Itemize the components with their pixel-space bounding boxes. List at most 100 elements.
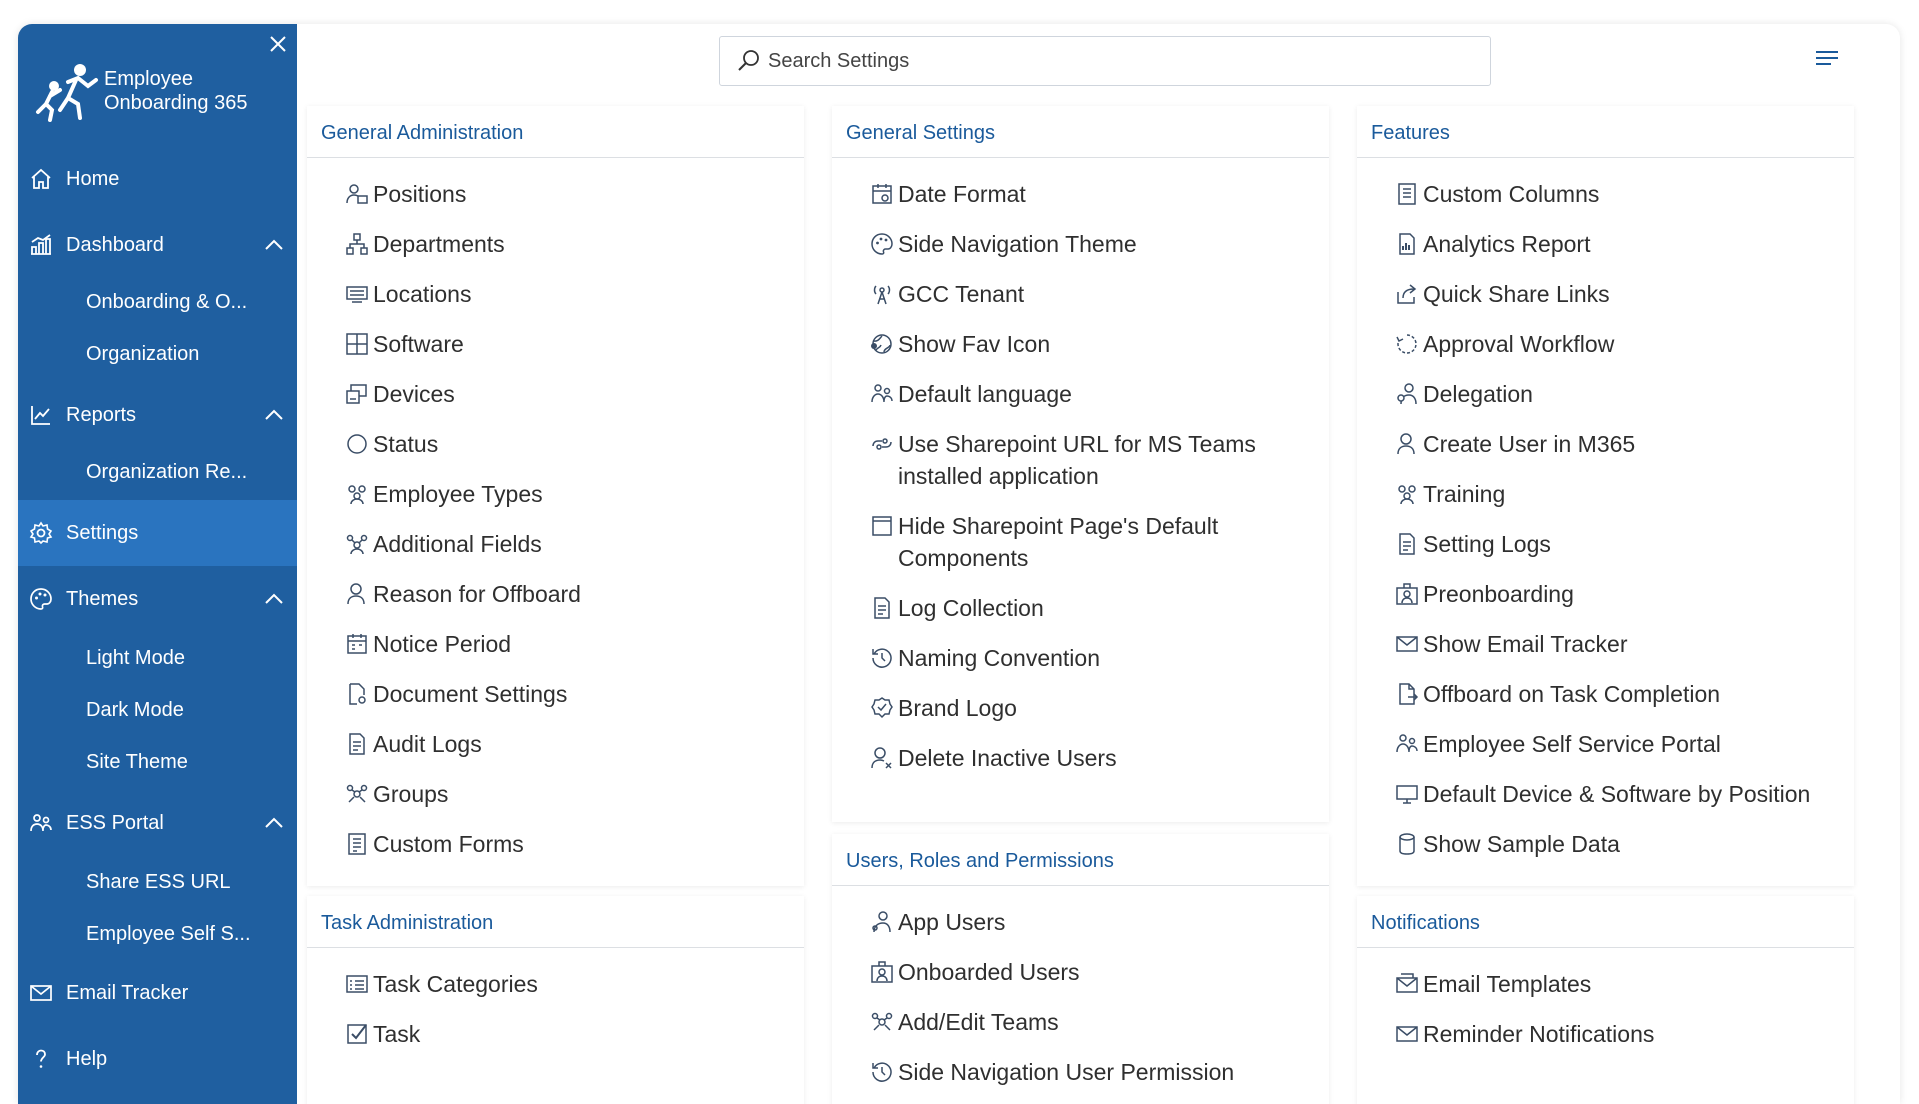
setting-onboarded-users[interactable]: Onboarded Users — [832, 956, 1329, 988]
setting-locations[interactable]: Locations — [307, 278, 804, 310]
setting-custom-columns[interactable]: Custom Columns — [1357, 178, 1854, 210]
setting-side-navigation-user-permission[interactable]: Side Navigation User Permission — [832, 1056, 1329, 1088]
setting-add-edit-teams[interactable]: Add/Edit Teams — [832, 1006, 1329, 1038]
sidebar-item-email-tracker[interactable]: Email Tracker — [18, 964, 297, 1022]
setting-default-language[interactable]: Default language — [832, 378, 1329, 410]
setting-delete-inactive-users[interactable]: Delete Inactive Users — [832, 742, 1329, 774]
setting-analytics-report[interactable]: Analytics Report — [1357, 228, 1854, 260]
sidebar-subitem-site-theme[interactable]: Site Theme — [86, 740, 188, 784]
setting-log-collection[interactable]: Log Collection — [832, 592, 1329, 624]
setting-naming-convention[interactable]: Naming Convention — [832, 642, 1329, 674]
sidebar-item-help[interactable]: Help — [18, 1030, 297, 1088]
setting-gcc-tenant[interactable]: GCC Tenant — [832, 278, 1329, 310]
setting-task[interactable]: Task — [307, 1018, 804, 1050]
setting-side-navigation-theme[interactable]: Side Navigation Theme — [832, 228, 1329, 260]
setting-custom-forms[interactable]: Custom Forms — [307, 828, 804, 860]
setting-label: Delegation — [1423, 381, 1533, 407]
setting-label: Devices — [373, 381, 455, 407]
translate-people-icon — [870, 382, 894, 406]
setting-app-users[interactable]: App Users — [832, 906, 1329, 938]
hamburger-menu-icon[interactable] — [1813, 46, 1841, 70]
sidebar-item-reports[interactable]: Reports — [18, 386, 297, 444]
setting-label: Custom Forms — [373, 831, 524, 857]
setting-devices[interactable]: Devices — [307, 378, 804, 410]
setting-offboard-on-task-completion[interactable]: Offboard on Task Completion — [1357, 678, 1854, 710]
item-list: Custom Columns Analytics Report Quick Sh… — [1357, 158, 1854, 860]
setting-label: Training — [1423, 481, 1506, 507]
brand-logo-icon — [36, 64, 98, 122]
person-badge-icon — [345, 182, 369, 206]
setting-employee-types[interactable]: Employee Types — [307, 478, 804, 510]
setting-training[interactable]: Training — [1357, 478, 1854, 510]
sidebar-item-label: Home — [66, 167, 120, 190]
sidebar-subitem-share-ess-url[interactable]: Share ESS URL — [86, 860, 231, 904]
globe-icon — [870, 332, 894, 356]
sidebar-subitem-light-mode[interactable]: Light Mode — [86, 636, 185, 680]
section-features: Features Custom Columns Analytics Report… — [1357, 106, 1854, 886]
link-people-icon — [870, 432, 894, 456]
setting-approval-workflow[interactable]: Approval Workflow — [1357, 328, 1854, 360]
setting-setting-logs[interactable]: Setting Logs — [1357, 528, 1854, 560]
setting-groups[interactable]: Groups — [307, 778, 804, 810]
close-icon[interactable] — [264, 30, 292, 58]
setting-label: Locations — [373, 281, 472, 307]
brand[interactable]: Employee Onboarding 365 — [30, 60, 274, 122]
setting-create-user-m365[interactable]: Create User in M365 — [1357, 428, 1854, 460]
setting-email-templates[interactable]: Email Templates — [1357, 968, 1854, 1000]
setting-show-email-tracker[interactable]: Show Email Tracker — [1357, 628, 1854, 660]
setting-preonboarding[interactable]: Preonboarding — [1357, 578, 1854, 610]
setting-software[interactable]: Software — [307, 328, 804, 360]
setting-delegation[interactable]: Delegation — [1357, 378, 1854, 410]
sidebar-item-ess-portal[interactable]: ESS Portal — [18, 794, 297, 852]
sidebar-item-label: Help — [66, 1047, 108, 1070]
setting-brand-logo[interactable]: Brand Logo — [832, 692, 1329, 724]
sidebar-item-label: Dashboard — [66, 233, 164, 256]
setting-departments[interactable]: Departments — [307, 228, 804, 260]
chevron-up-icon[interactable] — [263, 234, 285, 256]
badge-check-icon — [870, 696, 894, 720]
search-input[interactable] — [768, 49, 1468, 73]
setting-notice-period[interactable]: Notice Period — [307, 628, 804, 660]
sidebar-item-settings[interactable]: Settings — [18, 500, 297, 566]
setting-quick-share-links[interactable]: Quick Share Links — [1357, 278, 1854, 310]
setting-show-fav-icon[interactable]: Show Fav Icon — [832, 328, 1329, 360]
setting-label: Default Device & Software by Position — [1423, 781, 1811, 807]
setting-document-settings[interactable]: Document Settings — [307, 678, 804, 710]
setting-default-device-software[interactable]: Default Device & Software by Position — [1357, 778, 1854, 810]
chevron-up-icon[interactable] — [263, 812, 285, 834]
person-icon — [1395, 432, 1419, 456]
sidebar-item-dashboard[interactable]: Dashboard — [18, 216, 297, 274]
setting-task-categories[interactable]: Task Categories — [307, 968, 804, 1000]
monitor-icon — [1395, 782, 1419, 806]
sidebar-subitem-onboarding[interactable]: Onboarding & O... — [86, 280, 247, 324]
setting-audit-logs[interactable]: Audit Logs — [307, 728, 804, 760]
document-arrow-icon — [1395, 682, 1419, 706]
sidebar-item-label: Email Tracker — [66, 981, 189, 1004]
history-icon — [870, 646, 894, 670]
org-chart-icon — [345, 232, 369, 256]
setting-label: Side Navigation Theme — [898, 231, 1137, 257]
setting-reminder-notifications[interactable]: Reminder Notifications — [1357, 1018, 1854, 1050]
sidebar-item-home[interactable]: Home — [18, 150, 297, 208]
sidebar-item-label: ESS Portal — [66, 811, 164, 834]
chevron-up-icon[interactable] — [263, 404, 285, 426]
setting-employee-self-service-portal[interactable]: Employee Self Service Portal — [1357, 728, 1854, 760]
setting-show-sample-data[interactable]: Show Sample Data — [1357, 828, 1854, 860]
setting-positions[interactable]: Positions — [307, 178, 804, 210]
circle-icon — [345, 432, 369, 456]
setting-label: Status — [373, 431, 439, 457]
setting-use-sharepoint-url[interactable]: Use Sharepoint URL for MS Teams installe… — [832, 428, 1329, 492]
setting-label: Software — [373, 331, 464, 357]
setting-status[interactable]: Status — [307, 428, 804, 460]
setting-reason-for-offboard[interactable]: Reason for Offboard — [307, 578, 804, 610]
chevron-up-icon[interactable] — [263, 588, 285, 610]
setting-date-format[interactable]: Date Format — [832, 178, 1329, 210]
sidebar-subitem-employee-self-service[interactable]: Employee Self S... — [86, 912, 251, 956]
sidebar-subitem-organization[interactable]: Organization — [86, 332, 199, 376]
sidebar-subitem-organization-reports[interactable]: Organization Re... — [86, 450, 247, 494]
sidebar-subitem-dark-mode[interactable]: Dark Mode — [86, 688, 184, 732]
sidebar-item-themes[interactable]: Themes — [18, 570, 297, 628]
setting-hide-sharepoint-components[interactable]: Hide Sharepoint Page's Default Component… — [832, 510, 1329, 574]
search-box[interactable] — [719, 36, 1491, 86]
setting-additional-fields[interactable]: Additional Fields — [307, 528, 804, 560]
